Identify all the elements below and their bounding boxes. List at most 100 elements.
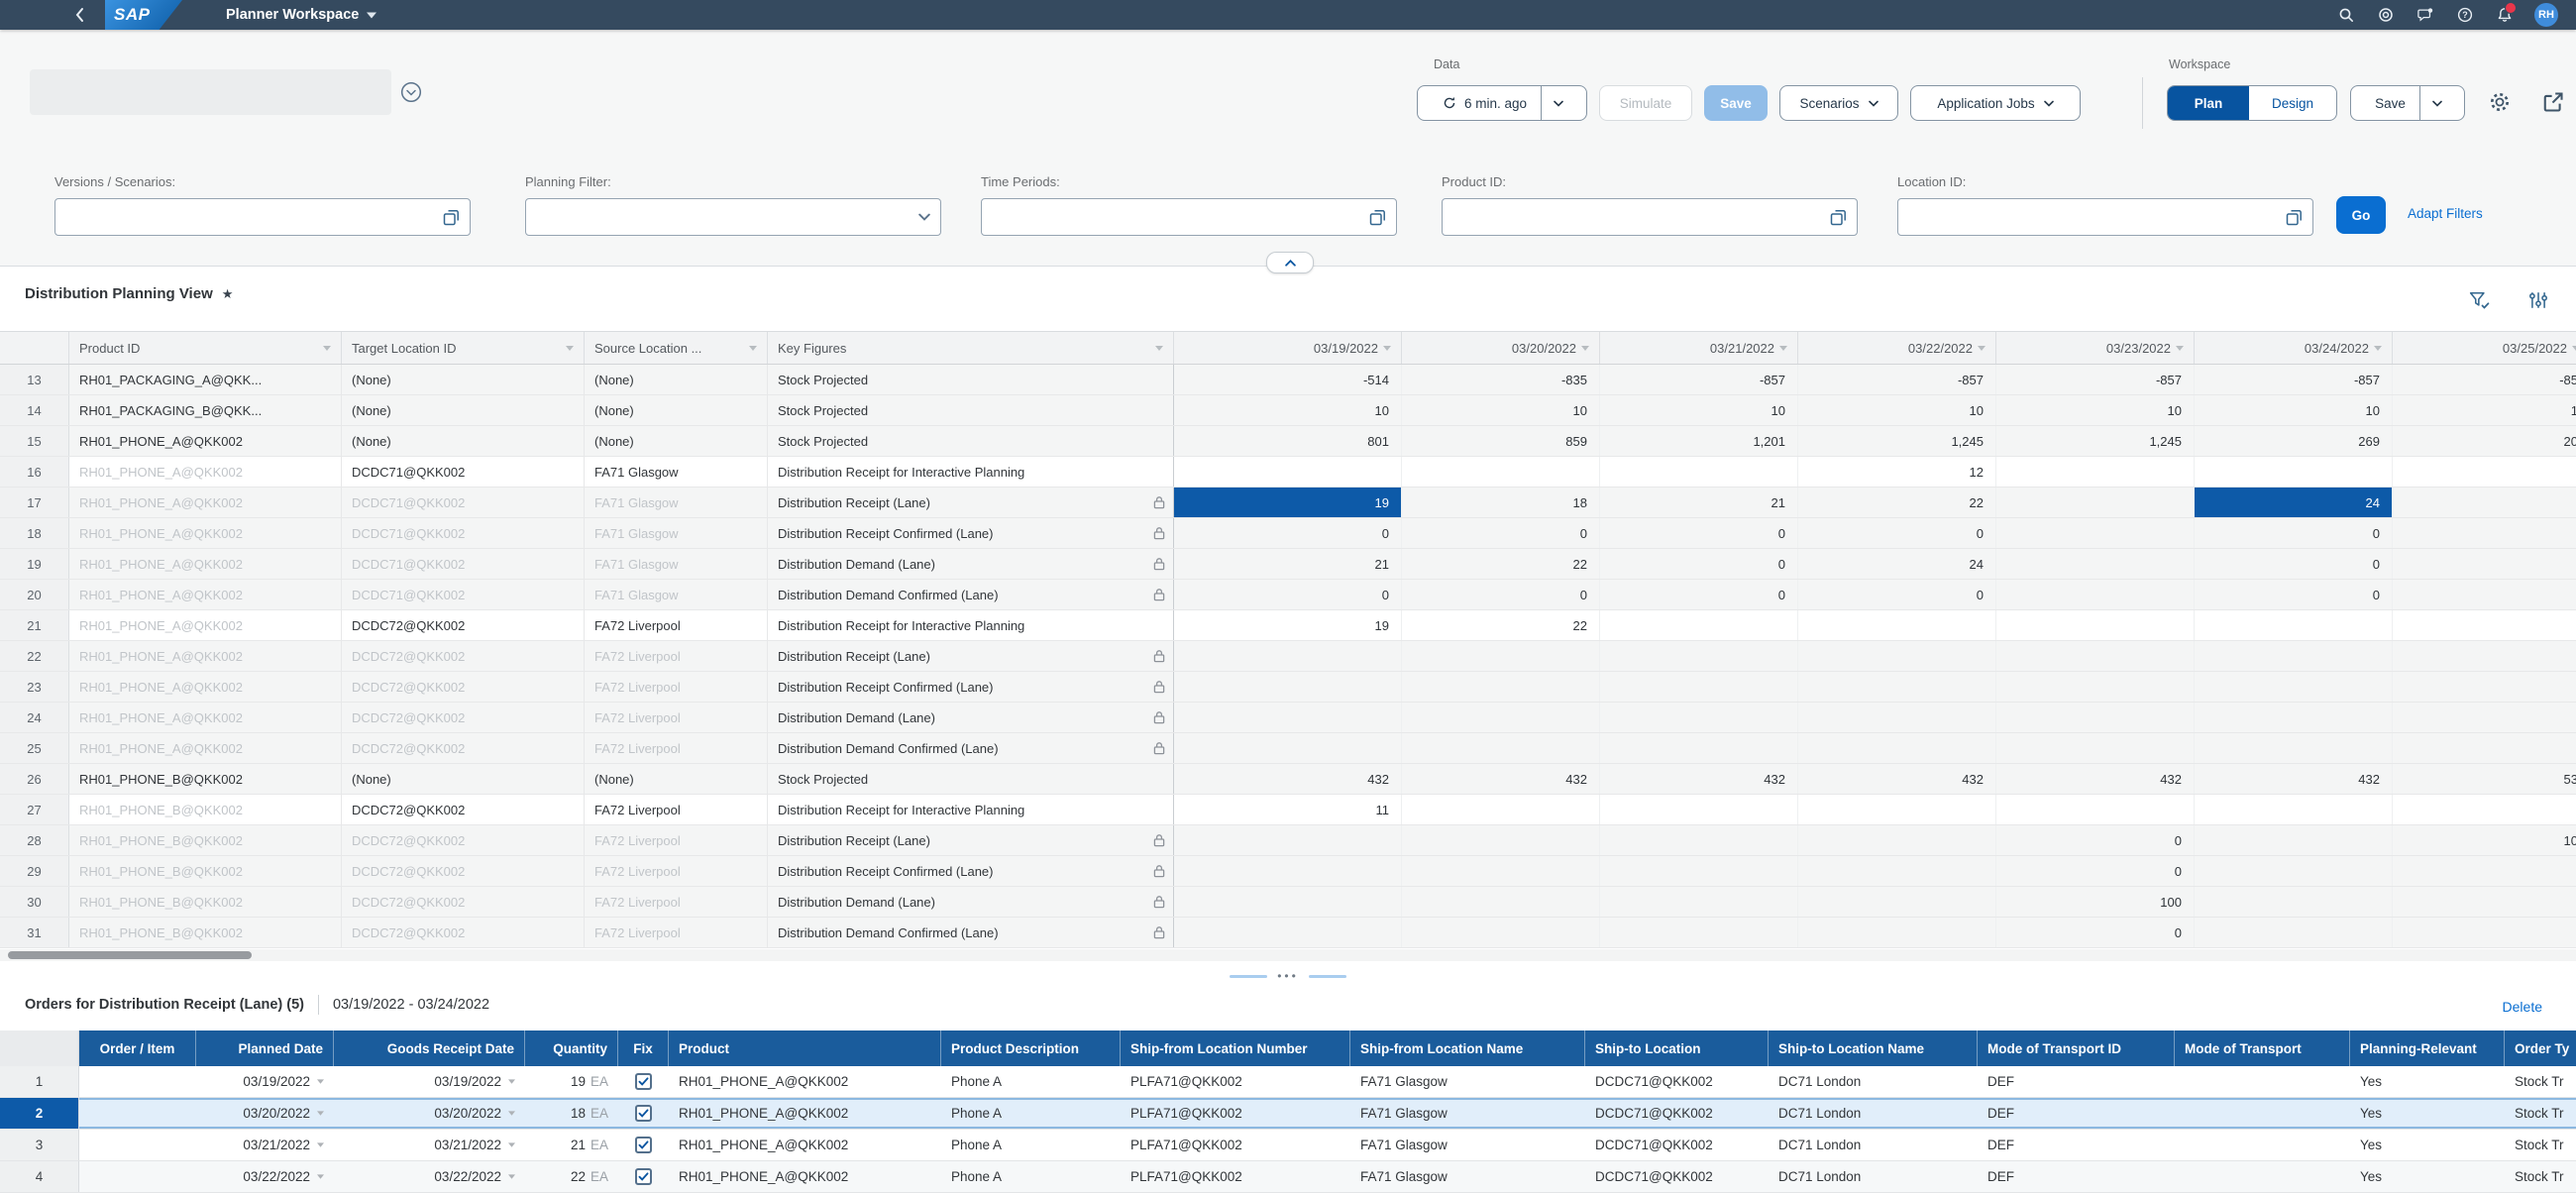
cell-value[interactable]: 801 — [1174, 426, 1402, 456]
cell-ship-to-name[interactable]: DC71 London — [1769, 1066, 1978, 1097]
cell-order-type[interactable]: Stock Tr — [2505, 1066, 2576, 1097]
cell-value[interactable] — [1402, 733, 1600, 763]
workspace-save-menu-arrow[interactable] — [2420, 86, 2454, 120]
share-button[interactable] — [2542, 91, 2564, 113]
cell-product-id[interactable]: RH01_PHONE_A@QKK002 — [69, 610, 342, 640]
cell-value[interactable]: -835 — [1402, 365, 1600, 394]
cell-value[interactable] — [2195, 887, 2393, 917]
orders-column-header[interactable]: Goods Receipt Date — [334, 1030, 525, 1066]
date-column-header[interactable]: 03/24/2022 — [2195, 332, 2393, 364]
cell-goods-receipt-date[interactable]: 03/21/2022 — [334, 1130, 525, 1160]
go-button[interactable]: Go — [2336, 196, 2386, 234]
cell-source-location[interactable]: FA72 Liverpool — [585, 825, 768, 855]
orders-column-header[interactable]: Mode of Transport — [2175, 1030, 2350, 1066]
cell-source-location[interactable]: FA71 Glasgow — [585, 488, 768, 517]
planning-filter-input[interactable] — [525, 198, 941, 236]
cell-source-location[interactable]: FA72 Liverpool — [585, 610, 768, 640]
cell-value[interactable] — [1996, 795, 2195, 824]
cell-value[interactable]: 432 — [1600, 764, 1798, 794]
cell-value[interactable]: 432 — [1174, 764, 1402, 794]
cell-product-id[interactable]: RH01_PHONE_B@QKK002 — [69, 825, 342, 855]
cell-value[interactable]: 432 — [1798, 764, 1996, 794]
row-number[interactable]: 17 — [0, 488, 69, 517]
cell-value[interactable] — [1402, 887, 1600, 917]
cell-value[interactable]: 10 — [1996, 395, 2195, 425]
cell-value[interactable]: 21 — [1174, 549, 1402, 579]
cell-value[interactable] — [1174, 733, 1402, 763]
delete-button[interactable]: Delete — [2503, 999, 2542, 1015]
cell-target-location[interactable]: DCDC71@QKK002 — [342, 518, 585, 548]
cell-planning-relevant[interactable]: Yes — [2350, 1130, 2505, 1160]
cell-value[interactable]: 0 — [1798, 518, 1996, 548]
cell-source-location[interactable]: FA72 Liverpool — [585, 856, 768, 886]
scrollbar-thumb[interactable] — [8, 951, 252, 959]
cell-key-figure[interactable]: Distribution Receipt for Interactive Pla… — [768, 795, 1174, 824]
cell-product-description[interactable]: Phone A — [941, 1130, 1121, 1160]
cell-value[interactable] — [1798, 918, 1996, 947]
cell-value[interactable]: 10 — [1600, 395, 1798, 425]
cell-value[interactable]: 0 — [1600, 549, 1798, 579]
row-number[interactable]: 31 — [0, 918, 69, 947]
cell-value[interactable] — [1174, 457, 1402, 487]
fix-checkbox[interactable] — [635, 1168, 652, 1185]
cell-value[interactable] — [2393, 518, 2576, 548]
cell-value[interactable] — [1996, 703, 2195, 732]
cell-value[interactable]: 432 — [2195, 764, 2393, 794]
cell-value[interactable]: 0 — [1174, 580, 1402, 609]
cell-value[interactable] — [2393, 887, 2576, 917]
column-header[interactable]: Product ID — [69, 332, 342, 364]
cell-value[interactable] — [2195, 703, 2393, 732]
cell-target-location[interactable]: DCDC72@QKK002 — [342, 795, 585, 824]
cell-product-id[interactable]: RH01_PHONE_A@QKK002 — [69, 426, 342, 456]
cell-product-id[interactable]: RH01_PHONE_A@QKK002 — [69, 457, 342, 487]
cell-value[interactable] — [1600, 703, 1798, 732]
cell-key-figure[interactable]: Distribution Demand Confirmed (Lane) — [768, 580, 1174, 609]
cell-value[interactable] — [1996, 610, 2195, 640]
row-number[interactable]: 2 — [0, 1098, 79, 1129]
cell-value[interactable]: 0 — [2195, 518, 2393, 548]
notifications-button[interactable] — [2485, 0, 2524, 30]
cell-source-location[interactable]: FA72 Liverpool — [585, 672, 768, 702]
cell-source-location[interactable]: FA72 Liverpool — [585, 703, 768, 732]
cell-source-location[interactable]: FA72 Liverpool — [585, 887, 768, 917]
variant-selector[interactable] — [30, 69, 391, 115]
cell-target-location[interactable]: DCDC72@QKK002 — [342, 887, 585, 917]
refresh-menu-arrow[interactable] — [1542, 86, 1575, 120]
cell-source-location[interactable]: (None) — [585, 426, 768, 456]
cell-product-id[interactable]: RH01_PACKAGING_B@QKK... — [69, 395, 342, 425]
cell-value[interactable] — [2195, 795, 2393, 824]
cell-value[interactable]: 0 — [1174, 518, 1402, 548]
versions-scenarios-input[interactable] — [54, 198, 471, 236]
cell-goods-receipt-date[interactable]: 03/20/2022 — [334, 1098, 525, 1129]
cell-value[interactable]: 22 — [1402, 549, 1600, 579]
cell-target-location[interactable]: DCDC72@QKK002 — [342, 641, 585, 671]
cell-product[interactable]: RH01_PHONE_A@QKK002 — [669, 1098, 941, 1129]
settings-button[interactable] — [2489, 91, 2511, 113]
cell-value[interactable] — [1600, 733, 1798, 763]
cell-value[interactable]: 20 — [2393, 426, 2576, 456]
cell-product-id[interactable]: RH01_PHONE_A@QKK002 — [69, 641, 342, 671]
cell-value[interactable] — [1600, 457, 1798, 487]
cell-value[interactable] — [1996, 641, 2195, 671]
cell-ship-from-number[interactable]: PLFA71@QKK002 — [1121, 1098, 1350, 1129]
cell-mode-of-transport-id[interactable]: DEF — [1978, 1066, 2175, 1097]
cell-target-location[interactable]: DCDC72@QKK002 — [342, 672, 585, 702]
cell-value[interactable] — [2195, 856, 2393, 886]
cell-value[interactable]: -857 — [2195, 365, 2393, 394]
data-save-button[interactable]: Save — [1704, 85, 1768, 121]
cell-value[interactable] — [1996, 457, 2195, 487]
cell-order-item[interactable] — [79, 1130, 196, 1160]
avatar[interactable]: RH — [2534, 3, 2558, 27]
row-number[interactable]: 14 — [0, 395, 69, 425]
cell-value[interactable]: 0 — [1996, 856, 2195, 886]
cell-product-id[interactable]: RH01_PHONE_B@QKK002 — [69, 795, 342, 824]
date-column-header[interactable]: 03/19/2022 — [1174, 332, 1402, 364]
cell-product-id[interactable]: RH01_PHONE_A@QKK002 — [69, 672, 342, 702]
cell-ship-to-name[interactable]: DC71 London — [1769, 1161, 1978, 1192]
cell-value[interactable] — [2195, 825, 2393, 855]
orders-column-header[interactable]: Mode of Transport ID — [1978, 1030, 2175, 1066]
simulate-button[interactable]: Simulate — [1599, 85, 1692, 121]
column-header[interactable]: Key Figures — [768, 332, 1174, 364]
cell-ship-from-number[interactable]: PLFA71@QKK002 — [1121, 1130, 1350, 1160]
cell-value[interactable] — [1600, 887, 1798, 917]
